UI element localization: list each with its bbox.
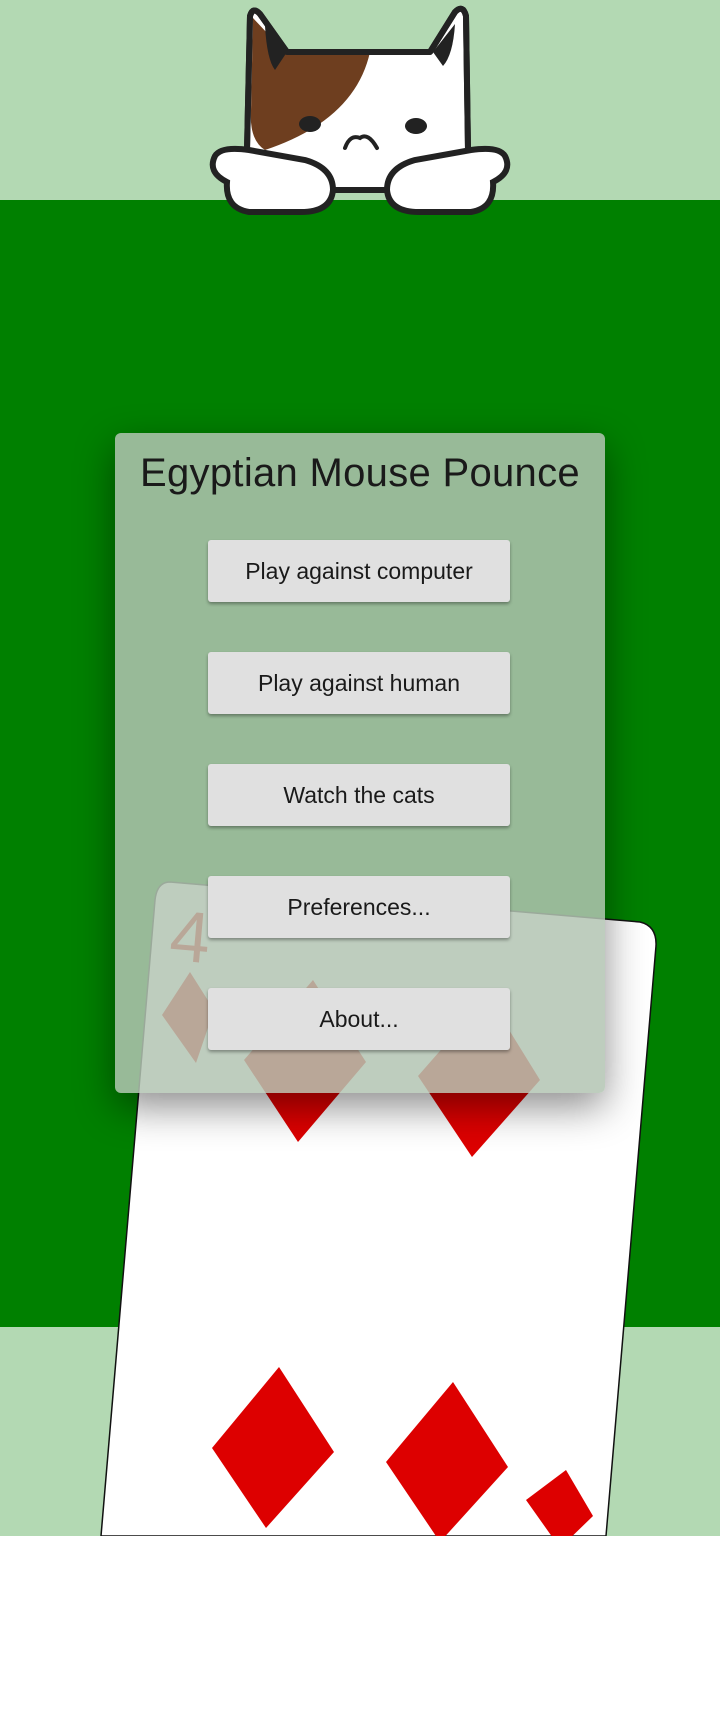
game-title: Egyptian Mouse Pounce <box>140 451 580 495</box>
page-bottom-area <box>0 1536 720 1712</box>
about-button[interactable]: About... <box>208 988 510 1050</box>
play-against-computer-button[interactable]: Play against computer <box>208 540 510 602</box>
calico-cat-icon <box>205 0 515 222</box>
main-menu-panel: Egyptian Mouse Pounce Play against compu… <box>115 433 605 1093</box>
preferences-button[interactable]: Preferences... <box>208 876 510 938</box>
watch-the-cats-button[interactable]: Watch the cats <box>208 764 510 826</box>
play-against-human-button[interactable]: Play against human <box>208 652 510 714</box>
